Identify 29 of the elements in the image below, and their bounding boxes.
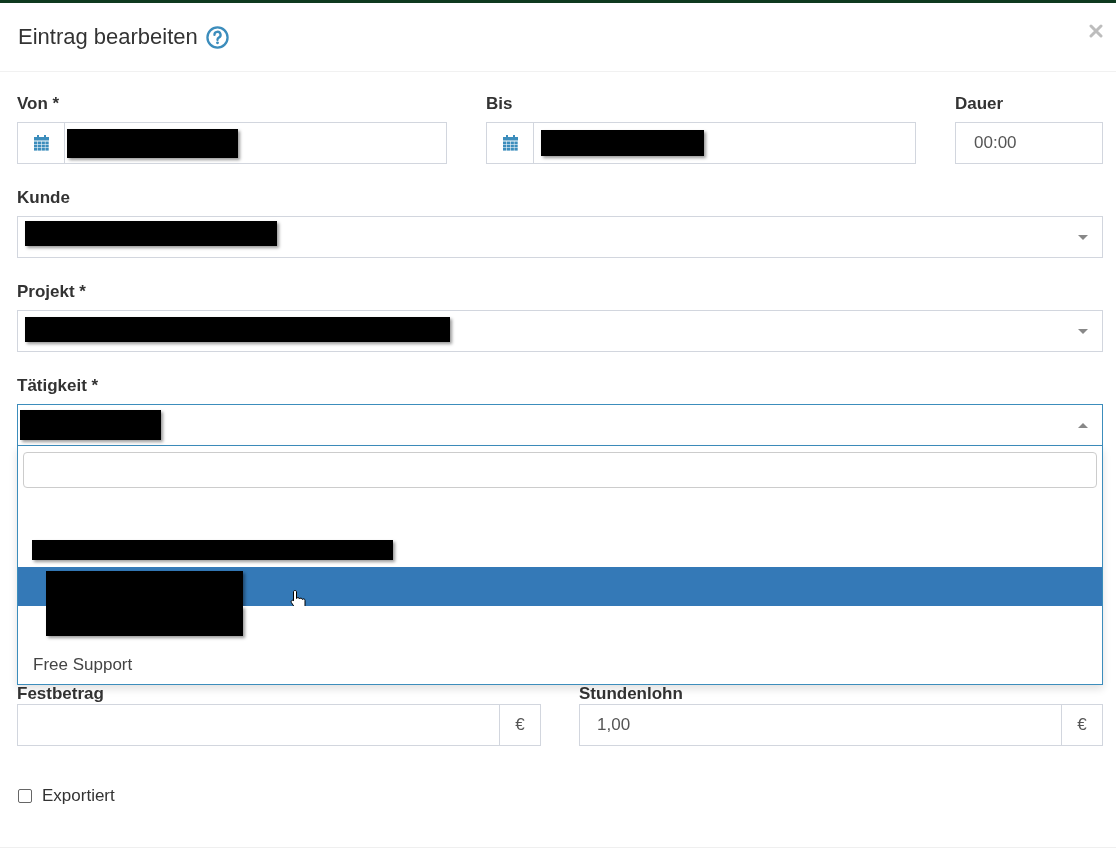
date-field[interactable] [486,122,916,164]
calendar-icon [33,135,49,151]
field-label: Dauer [955,93,1005,115]
dropdown-option[interactable]: Free Support [18,645,1102,684]
currency-addon: € [500,704,541,746]
duration-field[interactable]: 00:00 [955,122,1103,164]
field-label: Festbetrag [17,685,105,703]
calendar-icon [502,135,518,151]
dialog-title: Eintrag bearbeiten [18,23,198,51]
field-label: Projekt * [17,281,87,303]
search-field[interactable] [23,452,1097,488]
select-field[interactable] [17,404,1103,446]
field-label: Kunde [17,187,71,209]
checkbox-label: Exportiert [42,786,115,806]
field-label: Stundenlohn [579,685,684,703]
amount-field[interactable] [17,704,500,746]
field-label: Bis [486,93,514,115]
close-icon [1089,24,1103,38]
dropdown-option[interactable] [18,606,1102,645]
caret-up-icon [1078,422,1088,428]
date-field[interactable] [17,122,447,164]
amount-field[interactable]: 1,00 [579,704,1062,746]
caret-down-icon [1078,328,1088,334]
help-icon[interactable] [205,25,229,49]
currency-addon: € [1062,704,1103,746]
field-label: Tätigkeit * [17,375,100,397]
caret-down-icon [1078,234,1088,240]
checkbox[interactable] [18,789,32,803]
field-label: Von * [17,93,61,115]
